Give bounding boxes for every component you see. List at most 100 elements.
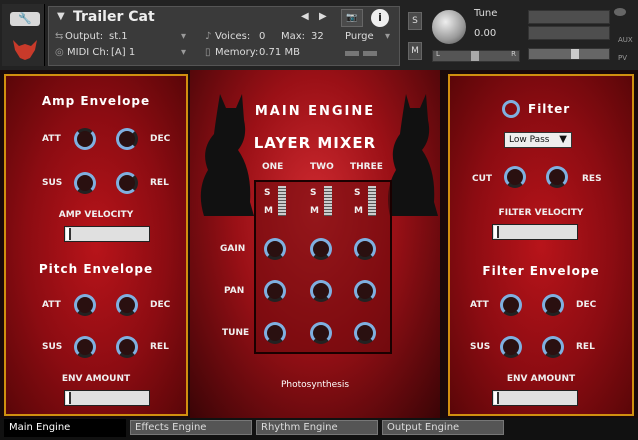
pan-left-label: L — [436, 50, 440, 58]
amp-envelope-title: Amp Envelope — [41, 94, 151, 108]
filter-sus-label: SUS — [470, 342, 491, 352]
main-engine-title: Main Engine — [254, 104, 376, 119]
layer-one-pan-knob[interactable] — [264, 280, 286, 302]
purge-meter-2 — [363, 51, 377, 56]
layer-one-tune-knob[interactable] — [264, 322, 286, 344]
tab-main-engine[interactable]: Main Engine — [4, 419, 126, 437]
layer-three-pan-knob[interactable] — [354, 280, 376, 302]
camera-icon[interactable]: 📷 — [341, 9, 363, 27]
filter-cut-label: CUT — [472, 174, 493, 184]
memory-value: 0.71 MB — [259, 47, 300, 58]
purge-dropdown-icon[interactable]: ▾ — [385, 31, 390, 42]
voices-label: Voices: — [215, 31, 251, 42]
pan-label: PAN — [224, 286, 245, 296]
pitch-sustain-knob[interactable] — [74, 336, 96, 358]
layer-three-meter — [368, 186, 376, 216]
filter-power-icon[interactable] — [502, 100, 520, 118]
layer-three-mute[interactable]: M — [354, 206, 363, 216]
layer-three-gain-knob[interactable] — [354, 238, 376, 260]
amp-sustain-knob[interactable] — [74, 172, 96, 194]
max-voices-value[interactable]: 32 — [311, 31, 324, 42]
collapse-arrow-icon[interactable]: ▼ — [57, 11, 65, 22]
tune-value: 0.00 — [474, 28, 497, 39]
purge-button[interactable]: Purge — [345, 31, 374, 42]
tab-rhythm-engine[interactable]: Rhythm Engine — [256, 420, 378, 435]
midi-channel-label: MIDI Ch: — [67, 47, 110, 58]
pitch-release-knob[interactable] — [116, 336, 138, 358]
filter-res-label: RES — [582, 174, 602, 184]
midi-channel-select[interactable]: [A] 1 — [111, 47, 181, 58]
layer-two-pan-knob[interactable] — [310, 280, 332, 302]
filter-decay-knob[interactable] — [542, 294, 564, 316]
layer-one-label: ONE — [262, 162, 284, 172]
filter-att-label: ATT — [470, 300, 489, 310]
amp-velocity-slider[interactable] — [64, 226, 150, 242]
layer-three-solo[interactable]: S — [354, 188, 360, 198]
aux-label[interactable]: AUX — [618, 36, 633, 44]
pitch-env-amount-slider[interactable] — [64, 390, 150, 406]
pitch-sus-label: SUS — [42, 342, 63, 352]
wrench-icon[interactable]: 🔧 — [10, 12, 40, 26]
midi-dropdown-icon[interactable]: ▾ — [181, 47, 186, 58]
filter-release-knob[interactable] — [542, 336, 564, 358]
amp-decay-knob[interactable] — [116, 128, 138, 150]
pitch-attack-knob[interactable] — [74, 294, 96, 316]
output-label: Output: — [65, 31, 104, 42]
tab-effects-engine[interactable]: Effects Engine — [130, 420, 252, 435]
instrument-header: 🔧 ▼ Trailer Cat ◀ ▶ 📷 i ⇆ Output: st.1 ▾… — [0, 0, 638, 70]
close-instrument-icon[interactable] — [614, 8, 626, 16]
filter-resonance-knob[interactable] — [546, 166, 568, 188]
layer-three-tune-knob[interactable] — [354, 322, 376, 344]
amp-attack-knob[interactable] — [74, 128, 96, 150]
engine-tab-bar: Main Engine Effects Engine Rhythm Engine… — [0, 418, 638, 440]
level-section: AUX PV — [526, 6, 638, 64]
filter-dec-label: DEC — [576, 300, 597, 310]
filter-title: Filter — [528, 102, 571, 116]
chevron-down-icon: ▼ — [559, 134, 567, 145]
tune-knob[interactable] — [430, 8, 468, 46]
pitch-decay-knob[interactable] — [116, 294, 138, 316]
fox-logo-icon — [13, 40, 37, 60]
midi-icon: ◎ — [55, 47, 64, 58]
layer-two-gain-knob[interactable] — [310, 238, 332, 260]
solo-button[interactable]: S — [408, 12, 422, 30]
filter-env-amount-slider[interactable] — [492, 390, 578, 406]
filter-cutoff-knob[interactable] — [504, 166, 526, 188]
volume-slider[interactable] — [528, 48, 610, 60]
layer-one-gain-knob[interactable] — [264, 238, 286, 260]
filter-attack-knob[interactable] — [500, 294, 522, 316]
pan-handle[interactable] — [471, 51, 479, 61]
layer-one-solo[interactable]: S — [264, 188, 270, 198]
max-label: Max: — [281, 31, 306, 42]
pan-slider[interactable]: L R — [432, 50, 520, 62]
volume-handle[interactable] — [571, 49, 579, 59]
filter-rel-label: REL — [576, 342, 595, 352]
instrument-icon-panel: 🔧 — [2, 4, 45, 66]
layer-two-solo[interactable]: S — [310, 188, 316, 198]
output-dropdown-icon[interactable]: ▾ — [181, 31, 186, 42]
tab-output-engine[interactable]: Output Engine — [382, 420, 504, 435]
amp-pitch-panel: Amp Envelope ATT DEC SUS REL AMP VELOCIT… — [4, 74, 188, 416]
filter-type-value: Low Pass — [509, 135, 550, 145]
filter-env-amount-label: ENV AMOUNT — [506, 374, 576, 384]
pan-right-label: R — [511, 50, 516, 58]
pitch-envelope-title: Pitch Envelope — [38, 262, 154, 276]
layer-two-tune-knob[interactable] — [310, 322, 332, 344]
layer-one-meter — [278, 186, 286, 216]
pv-label[interactable]: PV — [618, 54, 627, 62]
info-icon[interactable]: i — [371, 9, 389, 27]
next-instrument-icon[interactable]: ▶ — [319, 11, 327, 22]
output-select[interactable]: st.1 — [109, 31, 189, 42]
layer-one-mute[interactable]: M — [264, 206, 273, 216]
instrument-name[interactable]: Trailer Cat — [73, 9, 155, 25]
filter-sustain-knob[interactable] — [500, 336, 522, 358]
amp-release-knob[interactable] — [116, 172, 138, 194]
filter-type-select[interactable]: Low Pass ▼ — [504, 132, 572, 148]
prev-instrument-icon[interactable]: ◀ — [301, 11, 309, 22]
layer-two-meter — [324, 186, 332, 216]
pitch-att-label: ATT — [42, 300, 61, 310]
layer-two-mute[interactable]: M — [310, 206, 319, 216]
mute-button[interactable]: M — [408, 42, 422, 60]
filter-velocity-slider[interactable] — [492, 224, 578, 240]
gain-label: GAIN — [220, 244, 246, 254]
